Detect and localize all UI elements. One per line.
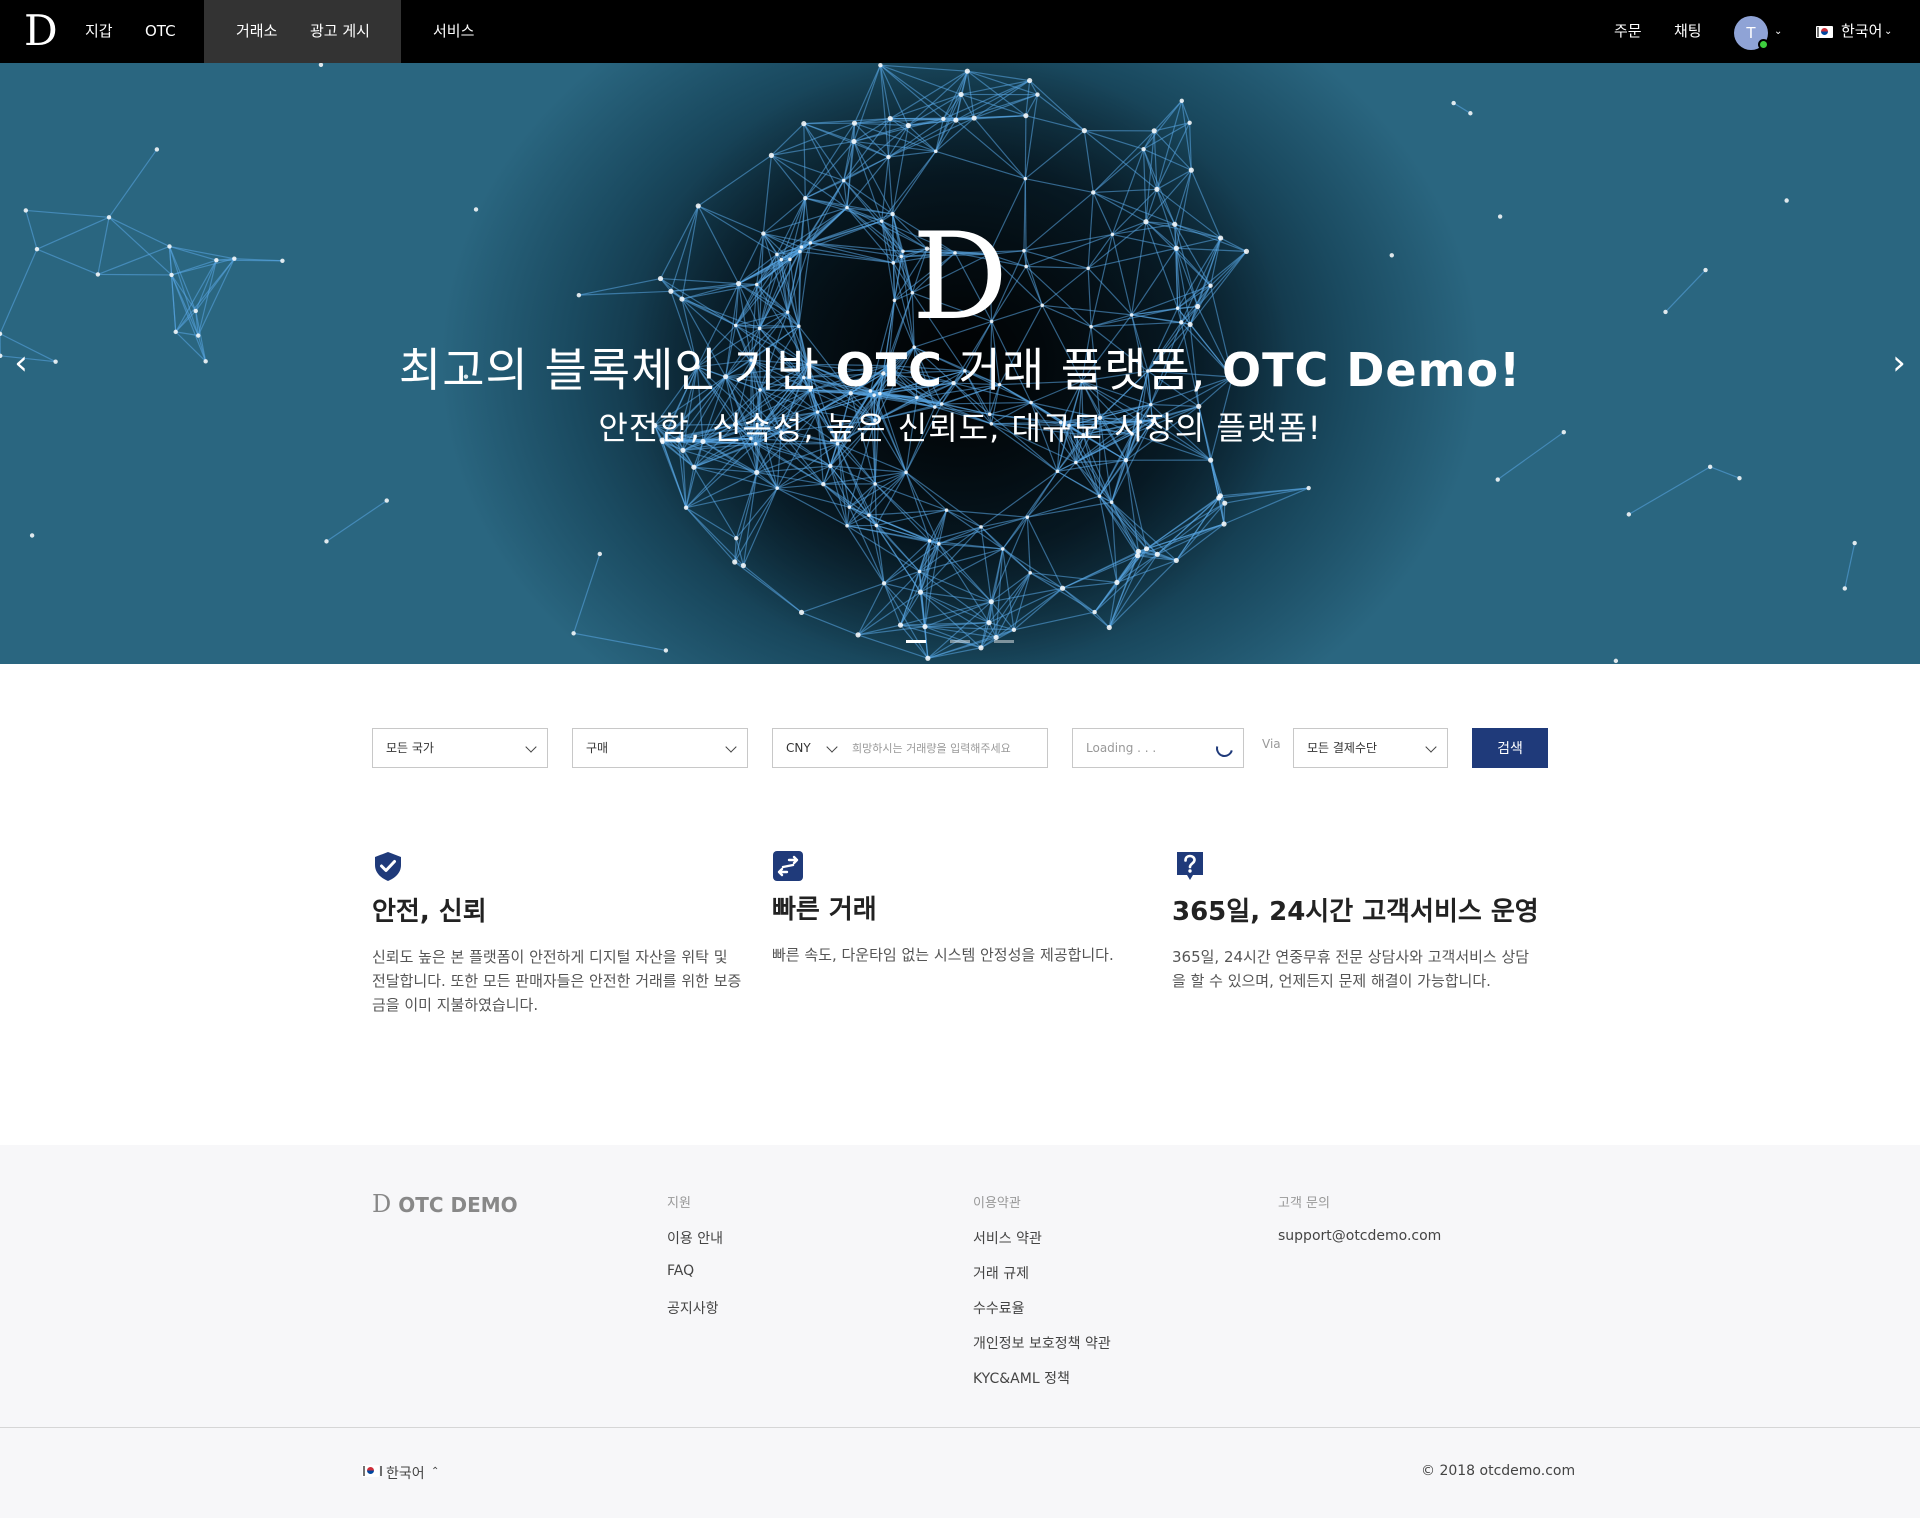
trade-type-select[interactable]: 구매 bbox=[572, 728, 748, 768]
shield-check-icon bbox=[375, 852, 401, 881]
nav-wallet[interactable]: 지갑 bbox=[85, 0, 113, 63]
korea-flag-icon bbox=[362, 1465, 382, 1477]
crypto-select[interactable]: Loading . . . bbox=[1072, 728, 1244, 768]
feature-description: 신뢰도 높은 본 플랫폼이 안전하게 디지털 자산을 위탁 및 전달합니다. 또… bbox=[372, 948, 742, 1014]
footer-link-trade-rules[interactable]: 거래 규제 bbox=[973, 1263, 1029, 1283]
crypto-loading-text: Loading . . . bbox=[1086, 741, 1157, 755]
footer-support-email[interactable]: support@otcdemo.com bbox=[1278, 1228, 1441, 1244]
chevron-down-icon bbox=[725, 741, 737, 753]
footer-support-heading: 지원 bbox=[667, 1196, 691, 1211]
carousel-indicator-3[interactable] bbox=[994, 640, 1014, 643]
online-status-icon bbox=[1758, 39, 1769, 50]
country-select-value: 모든 국가 bbox=[386, 741, 434, 755]
feature-title: 안전, 신뢰 bbox=[372, 897, 487, 927]
nav-chat[interactable]: 채팅 bbox=[1674, 0, 1702, 63]
footer-link-kyc-aml[interactable]: KYC&AML 정책 bbox=[973, 1368, 1070, 1388]
exchange-arrows-icon bbox=[773, 851, 803, 881]
footer bbox=[0, 1145, 1920, 1518]
korea-flag-icon bbox=[1816, 26, 1836, 38]
amount-input[interactable] bbox=[844, 728, 1048, 768]
feature-title: 빠른 거래 bbox=[772, 895, 877, 925]
footer-terms-heading: 이용약관 bbox=[973, 1196, 1021, 1211]
footer-link-guide[interactable]: 이용 안내 bbox=[667, 1228, 723, 1248]
payment-method-select-value: 모든 결제수단 bbox=[1307, 741, 1378, 755]
footer-link-privacy[interactable]: 개인정보 보호정책 약관 bbox=[973, 1333, 1111, 1353]
nav-services[interactable]: 서비스 bbox=[433, 0, 474, 63]
footer-link-fees[interactable]: 수수료율 bbox=[973, 1298, 1025, 1318]
search-button[interactable]: 검색 bbox=[1472, 728, 1548, 768]
currency-select[interactable]: CNY bbox=[772, 728, 845, 768]
payment-method-select[interactable]: 모든 결제수단 bbox=[1293, 728, 1448, 768]
chevron-down-icon bbox=[525, 741, 537, 753]
currency-select-value: CNY bbox=[786, 741, 811, 755]
footer-link-faq[interactable]: FAQ bbox=[667, 1263, 694, 1279]
carousel-indicator-1[interactable] bbox=[906, 640, 926, 643]
chevron-down-icon bbox=[1425, 741, 1437, 753]
question-bubble-icon bbox=[1177, 852, 1203, 880]
footer-language-selector[interactable]: 한국어 bbox=[386, 1463, 425, 1483]
avatar-chevron-down-icon[interactable]: ⌄ bbox=[1774, 27, 1782, 37]
footer-logo: D OTC DEMO bbox=[372, 1190, 518, 1218]
top-navbar: D 지갑 OTC 거래소 광고 게시 서비스 주문 채팅 T ⌄ 한국어 ⌄ bbox=[0, 0, 1920, 63]
footer-copyright: © 2018 otcdemo.com bbox=[1421, 1463, 1576, 1479]
hero-title: 최고의 블록체인 기반 OTC 거래 플랫폼, OTC Demo! bbox=[398, 343, 1522, 397]
footer-divider bbox=[0, 1427, 1920, 1428]
hero-logo: D bbox=[911, 208, 1009, 347]
nav-language-selector[interactable]: 한국어 bbox=[1841, 0, 1882, 63]
footer-link-service-terms[interactable]: 서비스 약관 bbox=[973, 1228, 1042, 1248]
nav-active-background bbox=[204, 0, 401, 63]
feature-description: 빠른 속도, 다운타임 없는 시스템 안정성을 제공합니다. bbox=[772, 946, 1114, 964]
carousel-prev-icon[interactable]: ‹ bbox=[6, 343, 36, 383]
footer-link-notice[interactable]: 공지사항 bbox=[667, 1298, 719, 1318]
via-label: Via bbox=[1262, 737, 1281, 751]
carousel-indicator-2[interactable] bbox=[950, 640, 970, 643]
hero-carousel: D 최고의 블록체인 기반 OTC 거래 플랫폼, OTC Demo! 안전함,… bbox=[0, 63, 1920, 664]
chevron-up-icon[interactable]: ⌃ bbox=[431, 1466, 439, 1477]
nav-exchange[interactable]: 거래소 bbox=[236, 0, 277, 63]
nav-otc[interactable]: OTC bbox=[145, 0, 176, 63]
footer-contact-heading: 고객 문의 bbox=[1278, 1196, 1330, 1211]
nav-orders[interactable]: 주문 bbox=[1614, 0, 1642, 63]
country-select[interactable]: 모든 국가 bbox=[372, 728, 548, 768]
hero-subtitle: 안전함, 신속성, 높은 신뢰도, 대규모 시장의 플랫폼! bbox=[598, 409, 1322, 447]
trade-type-select-value: 구매 bbox=[586, 741, 609, 755]
loading-spinner-icon bbox=[1212, 736, 1237, 761]
language-chevron-down-icon[interactable]: ⌄ bbox=[1884, 27, 1892, 37]
brand-logo[interactable]: D bbox=[24, 6, 58, 56]
feature-description: 365일, 24시간 연중무휴 전문 상담사와 고객서비스 상담을 할 수 있으… bbox=[1172, 948, 1530, 990]
feature-title: 365일, 24시간 고객서비스 운영 bbox=[1172, 897, 1539, 927]
chevron-down-icon bbox=[826, 741, 838, 753]
nav-post-ad[interactable]: 광고 게시 bbox=[310, 0, 370, 63]
carousel-next-icon[interactable]: › bbox=[1884, 343, 1914, 383]
